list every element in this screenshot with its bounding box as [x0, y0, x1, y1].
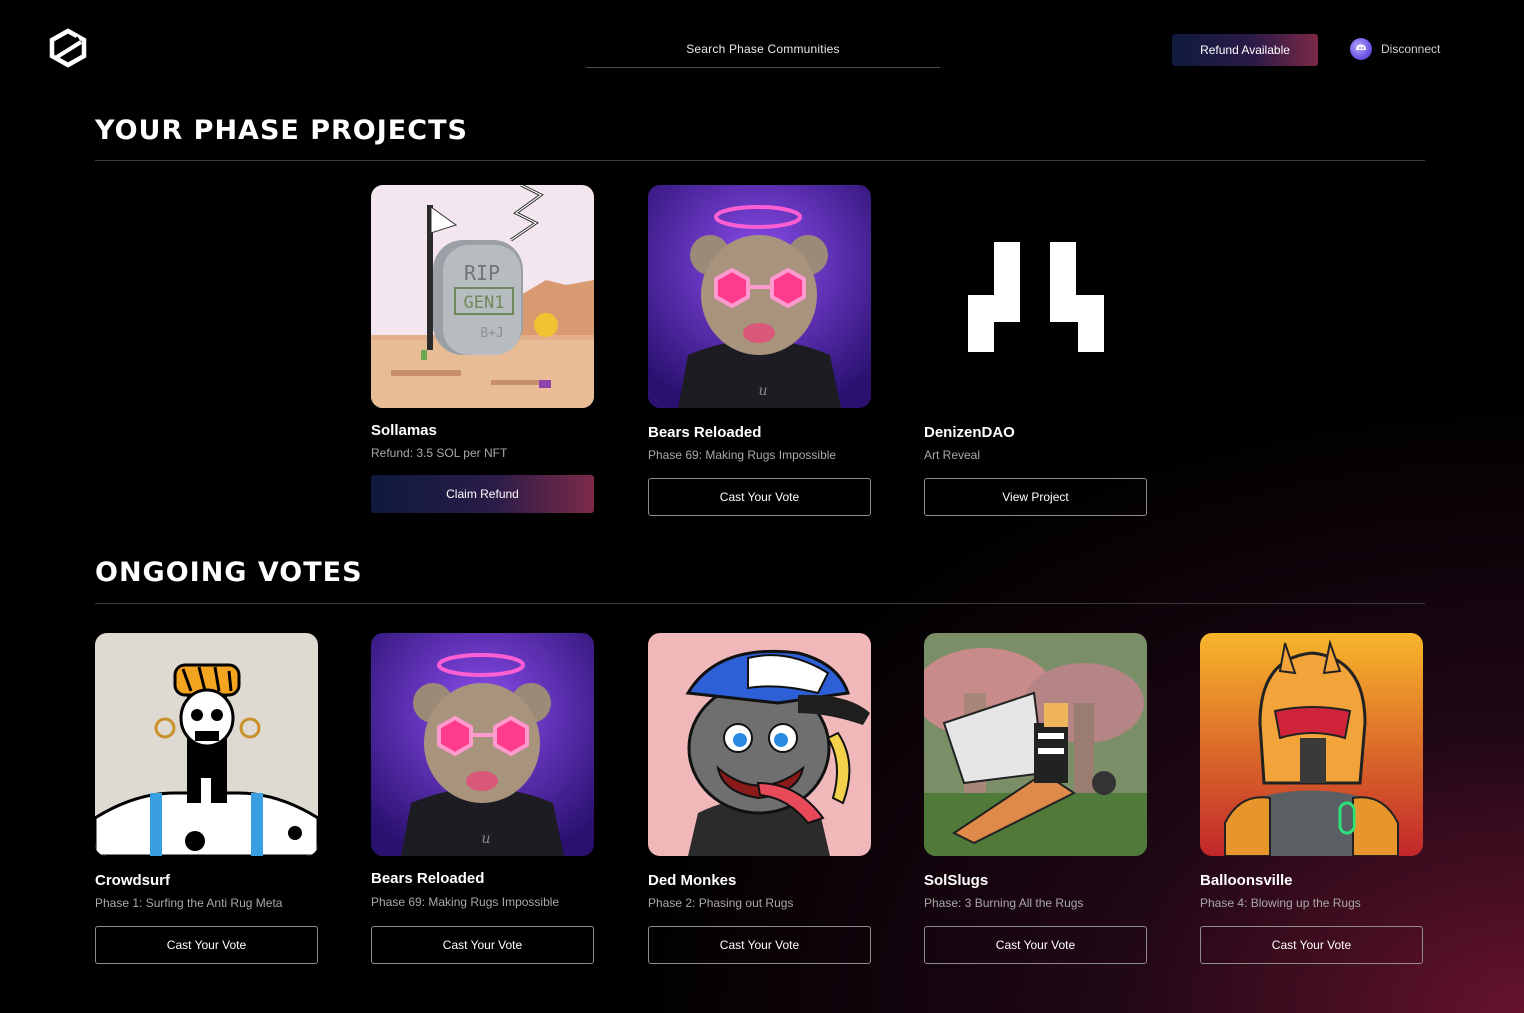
cast-vote-button[interactable]: Cast Your Vote — [924, 926, 1147, 964]
card-subtitle: Art Reveal — [924, 448, 981, 462]
bears-reloaded-image[interactable]: u — [648, 185, 871, 408]
top-bar: Search Phase Communities Refund Availabl… — [0, 0, 1524, 100]
card-subtitle: Phase 2: Phasing out Rugs — [648, 896, 794, 910]
vote-card-ded-monkes: Ded Monkes Phase 2: Phasing out Rugs Cas… — [648, 633, 871, 964]
disconnect-label: Disconnect — [1381, 42, 1441, 56]
cast-vote-button[interactable]: Cast Your Vote — [648, 926, 871, 964]
vote-card-balloonsville: Balloonsville Phase 4: Blowing up the Ru… — [1200, 633, 1423, 964]
card-title: SolSlugs — [924, 872, 989, 889]
card-subtitle: Refund: 3.5 SOL per NFT — [371, 446, 508, 460]
denizendao-image[interactable] — [924, 185, 1147, 408]
vote-card-solslugs: SolSlugs Phase: 3 Burning All the Rugs C… — [924, 633, 1147, 964]
votes-section-title: ONGOING VOTES — [95, 557, 363, 588]
tombstone-bj-text: B+J — [480, 326, 503, 341]
projects-divider — [95, 160, 1425, 161]
votes-divider — [95, 603, 1425, 604]
card-subtitle: Phase 69: Making Rugs Impossible — [371, 895, 560, 909]
refund-available-button[interactable]: Refund Available — [1172, 34, 1318, 66]
svg-text:u: u — [481, 831, 490, 847]
card-title: Crowdsurf — [95, 872, 170, 889]
bears-reloaded-image[interactable]: u — [371, 633, 594, 856]
view-project-button[interactable]: View Project — [924, 478, 1147, 516]
projects-section-title: YOUR PHASE PROJECTS — [95, 115, 468, 146]
project-card-denizendao: DenizenDAO Art Reveal View Project — [924, 185, 1147, 516]
ded-monkes-image[interactable] — [648, 633, 871, 856]
vote-card-crowdsurf: Crowdsurf Phase 1: Surfing the Anti Rug … — [95, 633, 318, 964]
card-title: Sollamas — [371, 422, 437, 439]
card-subtitle: Phase 4: Blowing up the Rugs — [1200, 896, 1361, 910]
search-input[interactable]: Search Phase Communities — [586, 30, 940, 68]
tombstone-rip-text: RIP — [464, 261, 500, 285]
card-subtitle: Phase: 3 Burning All the Rugs — [924, 896, 1084, 910]
svg-text:u: u — [758, 383, 767, 399]
card-title: DenizenDAO — [924, 424, 1015, 441]
cast-vote-button[interactable]: Cast Your Vote — [95, 926, 318, 964]
cast-vote-button[interactable]: Cast Your Vote — [648, 478, 871, 516]
cast-vote-button[interactable]: Cast Your Vote — [1200, 926, 1423, 964]
balloonsville-image[interactable] — [1200, 633, 1423, 856]
card-title: Balloonsville — [1200, 872, 1293, 889]
crowdsurf-image[interactable] — [95, 633, 318, 856]
project-card-bears-reloaded: u Bears Reloaded Phase 69: Making Rugs I… — [648, 185, 871, 516]
solslugs-image[interactable] — [924, 633, 1147, 856]
phantom-wallet-icon — [1350, 38, 1372, 60]
tombstone-gen1-text: GEN1 — [464, 293, 505, 313]
claim-refund-button[interactable]: Claim Refund — [371, 475, 594, 513]
sollamas-image[interactable]: RIP GEN1 B+J — [371, 185, 594, 408]
cast-vote-button[interactable]: Cast Your Vote — [371, 926, 594, 964]
card-subtitle: Phase 69: Making Rugs Impossible — [648, 448, 837, 462]
card-title: Bears Reloaded — [648, 424, 762, 441]
card-subtitle: Phase 1: Surfing the Anti Rug Meta — [95, 896, 283, 910]
vote-card-bears-reloaded: u Bears Reloaded Phase 69: Making Rugs I… — [371, 633, 594, 964]
card-title: Ded Monkes — [648, 872, 737, 889]
disconnect-button[interactable]: Disconnect — [1350, 37, 1440, 61]
card-title: Bears Reloaded — [371, 870, 485, 887]
project-card-sollamas: RIP GEN1 B+J Sollamas Refund: 3.5 SOL pe… — [371, 185, 594, 513]
phase-logo-icon[interactable] — [48, 28, 88, 68]
